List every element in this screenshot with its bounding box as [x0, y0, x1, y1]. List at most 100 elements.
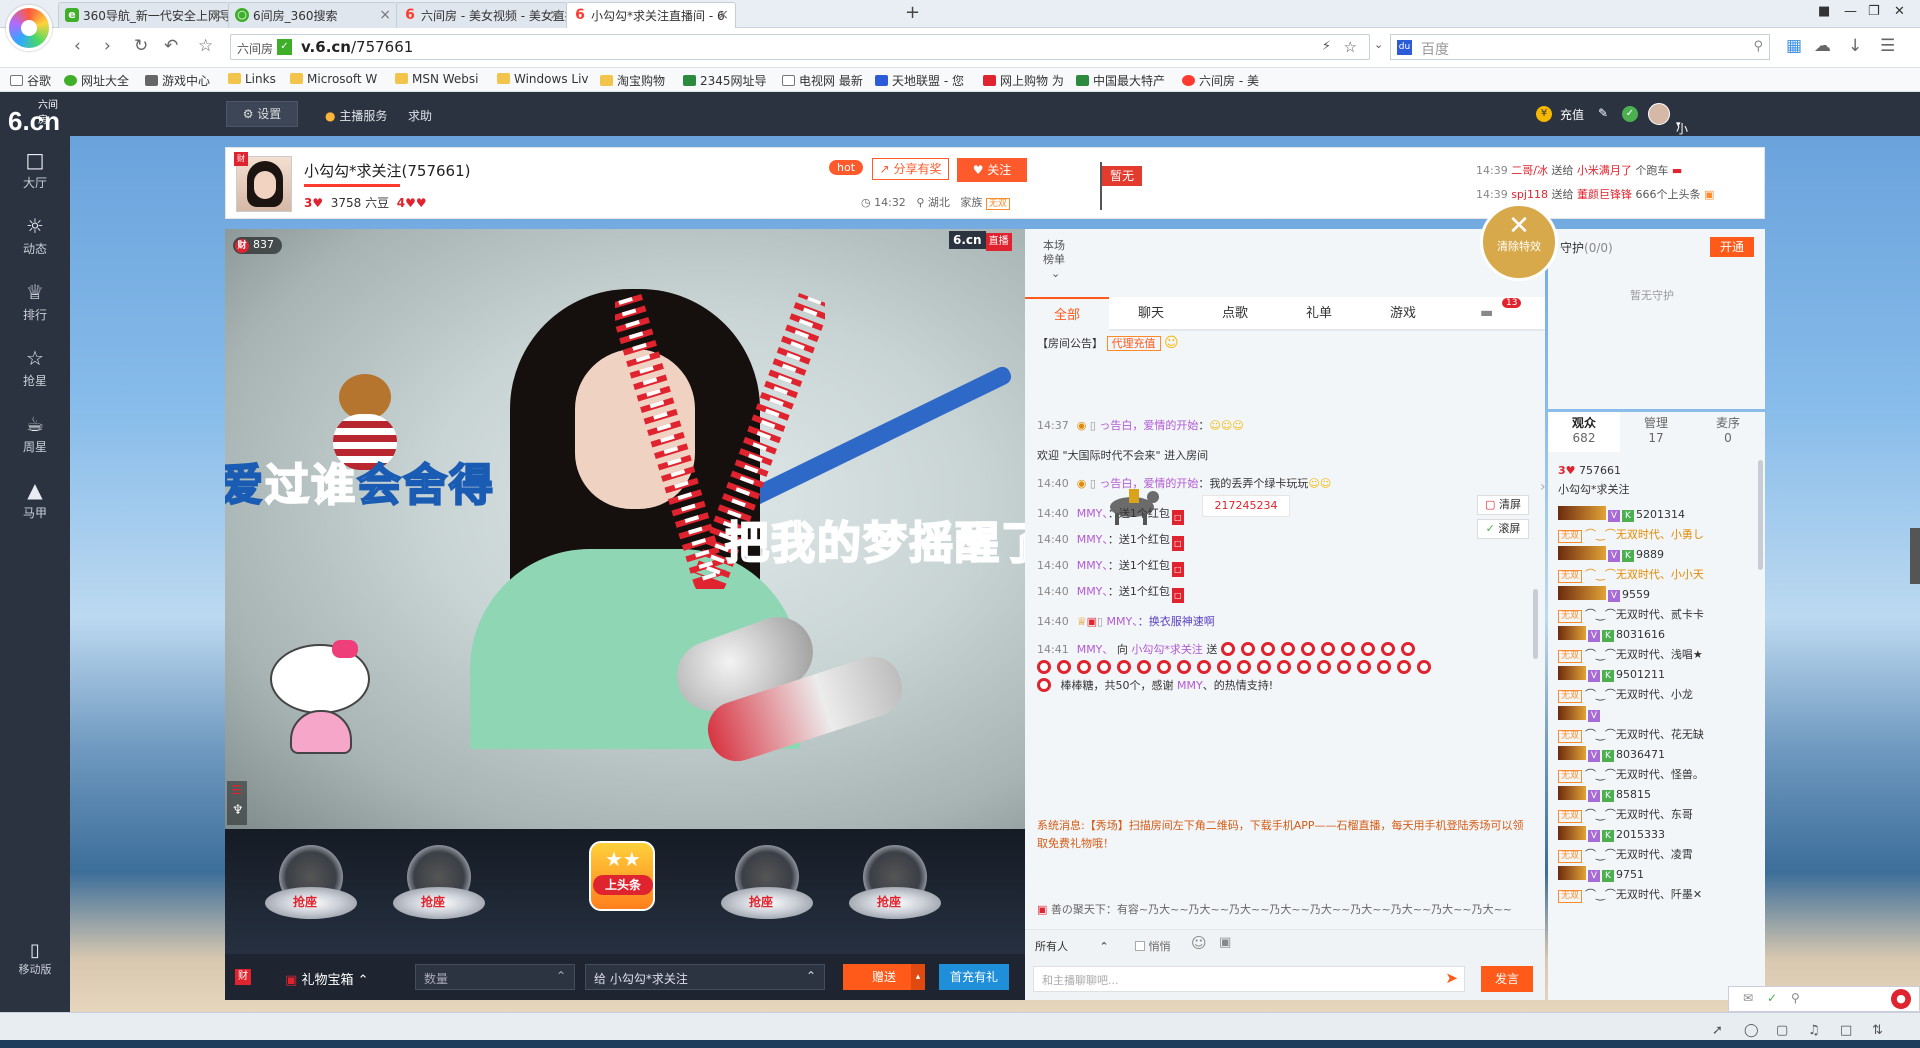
audience-item[interactable]: V K 85815 无双 ⌒‿⌒无双时代、东哥: [1558, 786, 1758, 826]
msg-user[interactable]: 小勾勾*求关注: [1131, 643, 1203, 656]
send-gift-button[interactable]: 赠送 ▴: [843, 964, 925, 990]
download-icon[interactable]: ↓: [1848, 36, 1862, 56]
collapse-arrow-icon[interactable]: ›: [1540, 479, 1546, 495]
seat-1[interactable]: 抢座: [265, 841, 357, 933]
mail-icon[interactable]: ✉: [1743, 991, 1753, 1005]
nav-hall[interactable]: □ 大厅: [0, 136, 70, 202]
bookmark-item[interactable]: 2345网址导: [683, 72, 767, 89]
speed-icon[interactable]: ◯: [1744, 1023, 1759, 1038]
menu-icon[interactable]: ☰: [1880, 36, 1895, 56]
browser-tab-3[interactable]: 6 六间房 - 美女视频 - 美女直播 ×: [396, 2, 568, 28]
bookmark-item[interactable]: 天地联盟 - 您: [875, 72, 964, 89]
car-icon[interactable]: ▬ 13: [1480, 298, 1522, 321]
gift-target-select[interactable]: 给 小勾勾*求关注 ⌃: [585, 964, 825, 990]
seat-2[interactable]: 抢座: [393, 841, 485, 933]
help-link[interactable]: 求助: [408, 107, 432, 124]
bookmark-item[interactable]: 淘宝购物: [600, 72, 665, 89]
seat-3[interactable]: 抢座: [721, 841, 813, 933]
undo-icon[interactable]: ↶: [164, 36, 178, 56]
send-plane-icon[interactable]: ➤: [1445, 969, 1458, 987]
nav-feed[interactable]: ☼ 动态: [0, 202, 70, 268]
msg-user[interactable]: MMY、: [1077, 585, 1108, 598]
window-icon[interactable]: □: [1840, 1023, 1852, 1038]
window-close-icon[interactable]: ✕: [1894, 4, 1905, 19]
new-tab-plus-icon[interactable]: +: [905, 2, 920, 23]
chevron-down-icon[interactable]: ⌄: [1374, 38, 1383, 51]
close-icon[interactable]: ×: [211, 7, 223, 23]
tab-mic-queue[interactable]: 麦序 0: [1692, 412, 1764, 452]
minimize-icon[interactable]: —: [1844, 4, 1857, 19]
browser-tab-2[interactable]: ○ 6间房_360搜索 ×: [228, 2, 398, 28]
trash-icon[interactable]: ▢: [1776, 1023, 1788, 1038]
chat-input[interactable]: 和主播聊聊吧... ➤: [1033, 966, 1465, 992]
msg-user[interactable]: MMY、: [1077, 507, 1108, 520]
msg-user[interactable]: MMY、: [1077, 559, 1108, 572]
whisper-checkbox[interactable]: 悄悄: [1135, 938, 1171, 954]
site-logo[interactable]: 六间房 6.cn: [8, 98, 60, 137]
address-bar[interactable]: 六间房 ✓ v.6.cn/757661 ⚡ ☆: [230, 34, 1370, 60]
bookmark-item[interactable]: 电视网 最新: [782, 72, 863, 89]
nav-vest[interactable]: ▲ 马甲: [0, 466, 70, 532]
tab-song[interactable]: 点歌: [1193, 297, 1277, 331]
feed-from[interactable]: spj118: [1511, 188, 1548, 201]
cloud-icon[interactable]: ☁: [1814, 36, 1831, 56]
bookmark-item[interactable]: MSN Websi: [395, 72, 479, 86]
shirt-skin-icon[interactable]: ■: [1818, 4, 1830, 19]
close-icon[interactable]: ×: [379, 7, 391, 23]
bookmark-item[interactable]: 网址大全: [64, 72, 129, 89]
open-guard-button[interactable]: 开通: [1710, 237, 1754, 257]
first-recharge-button[interactable]: 首充有礼: [939, 964, 1009, 990]
quantity-input[interactable]: 数量 ⌃: [415, 964, 575, 990]
msg-user[interactable]: MMY、: [1077, 643, 1114, 656]
browser-tab-4-active[interactable]: 6 小勾勾*求关注直播间 - 6 ×: [566, 2, 736, 29]
user-avatar[interactable]: [1648, 103, 1670, 125]
browser-tab-1[interactable]: e 360导航_新一代安全上网导航 ×: [58, 2, 230, 28]
share-button[interactable]: ↗ 分享有奖: [872, 158, 949, 180]
live-video[interactable]: 很爱过谁会舍得 把我的梦摇醒了 财 837 6.cn直播 ☰ ♆: [225, 229, 1025, 829]
feed-to[interactable]: 董颜巨锋锋: [1577, 188, 1632, 201]
close-icon[interactable]: ×: [549, 7, 561, 23]
post-button[interactable]: 发言: [1481, 966, 1533, 992]
audience-item[interactable]: V K 2015333 无双 ⌒‿⌒无双时代、凌霄: [1558, 826, 1758, 866]
feed-to[interactable]: 小米满月了: [1577, 164, 1632, 177]
tab-audience[interactable]: 观众 682: [1548, 412, 1620, 452]
follow-button[interactable]: ♥ 关注: [957, 158, 1027, 182]
room-id-box[interactable]: 217245234: [1202, 495, 1290, 517]
nav-mobile[interactable]: ▯ 移动版: [0, 936, 70, 992]
msg-user[interactable]: っ告白，爱情的开始: [1099, 477, 1198, 490]
top-news-button[interactable]: 上头条 ★★: [589, 841, 655, 911]
chat-scrollbar[interactable]: [1533, 589, 1538, 659]
check-circle-icon[interactable]: ✓: [1767, 991, 1777, 1005]
pin-icon[interactable]: ➚: [1712, 1023, 1723, 1038]
sound-icon[interactable]: ♫: [1808, 1023, 1820, 1038]
tab-admins[interactable]: 管理 17: [1620, 412, 1692, 452]
settings-button[interactable]: ⚙ 设置: [226, 101, 298, 127]
audience-item[interactable]: V 无双 ⌒‿⌒无双时代、花无缺: [1558, 706, 1758, 746]
bookmark-star-icon[interactable]: ☆: [1344, 38, 1357, 56]
edit-icon[interactable]: ✎: [1598, 106, 1608, 120]
emoji-icon[interactable]: ☺: [1191, 934, 1207, 952]
nav-weekly-star[interactable]: ☕ 周星: [0, 400, 70, 466]
zoom-icon[interactable]: ⇅: [1872, 1023, 1883, 1038]
audience-scrollbar[interactable]: [1758, 460, 1763, 570]
anchor-name[interactable]: 小勾勾*求关注(757661): [304, 160, 470, 181]
bookmark-item[interactable]: 谷歌: [10, 72, 51, 89]
host-list-item[interactable]: 3♥ 757661 小勾勾*求关注: [1558, 464, 1758, 504]
nav-grab-star[interactable]: ☆ 抢星: [0, 334, 70, 400]
tab-all[interactable]: 全部: [1025, 297, 1109, 331]
image-icon[interactable]: ▣: [1219, 935, 1231, 950]
forward-icon[interactable]: ›: [104, 36, 111, 56]
anchor-service-link[interactable]: ● 主播服务: [325, 107, 387, 124]
refresh-icon[interactable]: ↻: [134, 36, 148, 56]
msg-user[interactable]: っ告白，爱情的开始: [1099, 419, 1198, 432]
bookmark-item[interactable]: Windows Liv: [497, 72, 589, 86]
tab-chat[interactable]: 聊天: [1109, 297, 1193, 331]
bookmark-item[interactable]: 游戏中心: [145, 72, 210, 89]
audience-item[interactable]: V 9559 无双 ⌒‿⌒无双时代、贰卡卡: [1558, 586, 1758, 626]
seat-4[interactable]: 抢座: [849, 841, 941, 933]
msg-user[interactable]: MMY、: [1077, 533, 1108, 546]
audience-item[interactable]: V K 9501211 无双 ⌒‿⌒无双时代、小龙: [1558, 666, 1758, 706]
tab-gift-list[interactable]: 礼单: [1277, 297, 1361, 331]
close-icon[interactable]: ×: [717, 7, 729, 23]
audience-item[interactable]: V K 8031616 无双 ⌒‿⌒无双时代、浅唱★: [1558, 626, 1758, 666]
